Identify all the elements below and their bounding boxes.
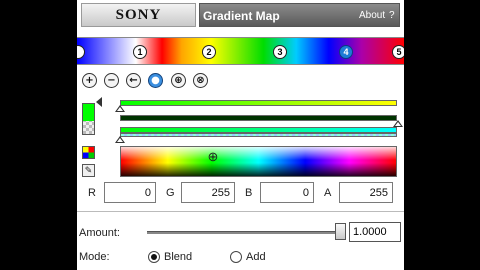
swatch-pointer-icon <box>96 97 102 107</box>
a-input[interactable] <box>339 182 393 203</box>
alpha-preview <box>120 133 397 137</box>
add-stop-icon[interactable]: + <box>82 73 97 88</box>
amount-slider-track[interactable] <box>147 231 339 234</box>
remove-stop-icon[interactable]: − <box>104 73 119 88</box>
alpha-slider-handle[interactable] <box>115 136 125 143</box>
g-label: G <box>166 187 175 199</box>
hue-slider-handle[interactable] <box>115 105 125 112</box>
value-slider[interactable] <box>120 115 397 121</box>
eyedropper-icon[interactable]: ✎ <box>82 164 95 177</box>
title-bar: SONY Gradient Map About ? <box>77 3 404 27</box>
gradient-stop-left-edge[interactable] <box>77 45 85 59</box>
r-input[interactable] <box>104 182 156 203</box>
select-stop-icon[interactable]: ● <box>148 73 163 88</box>
logo-text: SONY <box>115 6 162 23</box>
title-area: Gradient Map About ? <box>199 3 400 27</box>
add-radio-label[interactable]: Add <box>246 251 266 263</box>
blend-radio[interactable] <box>148 251 160 263</box>
swatch-color-fill <box>83 104 94 121</box>
help-icon[interactable]: ? <box>389 10 395 21</box>
gradient-stop-3[interactable]: 3 <box>273 45 287 59</box>
blend-radio-label[interactable]: Blend <box>164 251 192 263</box>
gradient-stop-4[interactable]: 4 <box>339 45 353 59</box>
gradient-stop-5[interactable]: 5 <box>392 45 404 59</box>
value-slider-handle[interactable] <box>393 120 403 127</box>
amount-slider-thumb[interactable] <box>335 223 346 240</box>
b-input[interactable] <box>260 182 314 203</box>
add-radio[interactable] <box>230 251 242 263</box>
divider <box>77 211 404 212</box>
g-input[interactable] <box>181 182 235 203</box>
current-color-swatch[interactable] <box>82 103 95 135</box>
gradient-preview-bar[interactable]: 1 2 3 4 5 <box>77 37 404 65</box>
gradient-stop-2[interactable]: 2 <box>202 45 216 59</box>
color-palette-icon[interactable] <box>82 146 95 159</box>
r-label: R <box>88 187 96 199</box>
amount-input[interactable] <box>349 222 401 242</box>
distribute-stops-icon[interactable]: ⊗ <box>193 73 208 88</box>
move-left-icon[interactable]: ← <box>126 73 141 88</box>
amount-label: Amount: <box>79 227 120 239</box>
crosshair-icon: ⊕ <box>207 149 219 164</box>
spread-stops-icon[interactable]: ⊕ <box>171 73 186 88</box>
mode-label: Mode: <box>79 251 110 263</box>
gradient-stop-1[interactable]: 1 <box>133 45 147 59</box>
about-link[interactable]: About <box>359 10 385 21</box>
logo: SONY <box>81 3 196 27</box>
panel-title: Gradient Map <box>203 9 280 23</box>
hue-slider[interactable] <box>120 100 397 106</box>
gradient-map-panel: SONY Gradient Map About ? 1 2 3 4 5 + − … <box>77 0 404 270</box>
a-label: A <box>324 187 332 199</box>
color-spectrum-picker[interactable] <box>120 146 397 177</box>
b-label: B <box>245 187 253 199</box>
